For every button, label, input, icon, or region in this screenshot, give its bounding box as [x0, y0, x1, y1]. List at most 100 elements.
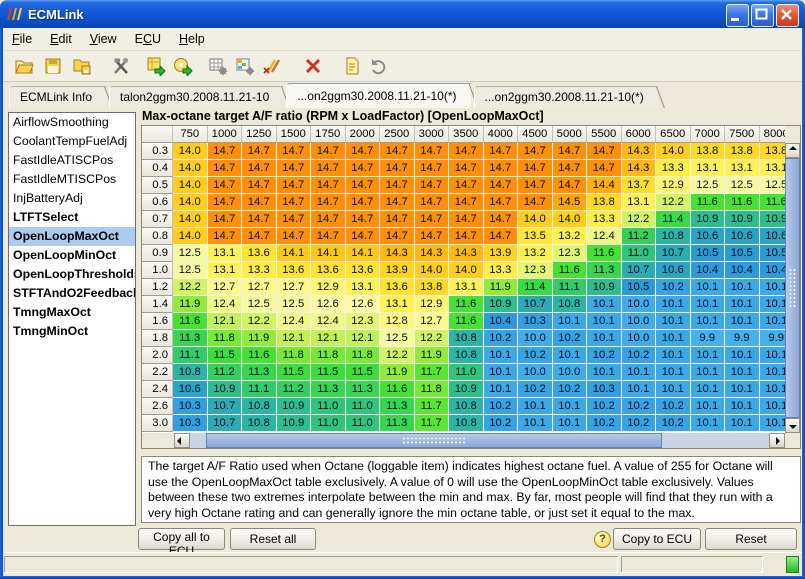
- table-cell[interactable]: 11.6: [380, 381, 415, 398]
- table-cell[interactable]: 11.6: [760, 194, 786, 211]
- table-cell[interactable]: 10.2: [553, 381, 588, 398]
- table-cell[interactable]: 14.1: [346, 245, 381, 262]
- table-cell[interactable]: 13.5: [518, 228, 553, 245]
- table-cell[interactable]: 10.1: [760, 313, 786, 330]
- table-cell[interactable]: 14.7: [380, 194, 415, 211]
- table-cell[interactable]: 11.8: [415, 381, 450, 398]
- save-as-button[interactable]: [69, 54, 94, 79]
- table-cell[interactable]: 11.8: [277, 347, 312, 364]
- table-cell[interactable]: 10.1: [656, 330, 691, 347]
- table-cell[interactable]: 11.6: [553, 262, 588, 279]
- table-cell[interactable]: 14.0: [553, 211, 588, 228]
- row-header-1.2[interactable]: 1.2: [142, 279, 173, 296]
- table-cell[interactable]: 12.5: [725, 177, 760, 194]
- table-cell[interactable]: 10.2: [622, 398, 657, 415]
- table-cell[interactable]: 14.7: [311, 228, 346, 245]
- table-cell[interactable]: 13.6: [277, 262, 312, 279]
- table-cell[interactable]: 12.1: [311, 330, 346, 347]
- table-cell[interactable]: 14.7: [380, 228, 415, 245]
- column-header-8000[interactable]: 8000: [760, 126, 786, 143]
- table-cell[interactable]: 11.8: [311, 347, 346, 364]
- menu-edit[interactable]: Edit: [41, 30, 81, 48]
- table-cell[interactable]: 10.8: [656, 228, 691, 245]
- table-cell[interactable]: 10.2: [553, 330, 588, 347]
- table-cell[interactable]: 13.1: [346, 279, 381, 296]
- row-header-2.6[interactable]: 2.6: [142, 398, 173, 415]
- table-cell[interactable]: 14.7: [208, 177, 243, 194]
- table-cell[interactable]: 10.1: [622, 364, 657, 381]
- table-cell[interactable]: 12.3: [518, 262, 553, 279]
- sidebar-item-tmngmaxoct[interactable]: TmngMaxOct: [9, 303, 135, 322]
- table-cell[interactable]: 12.4: [587, 228, 622, 245]
- undo-button[interactable]: [366, 54, 391, 79]
- table-cell[interactable]: 11.3: [587, 262, 622, 279]
- table-cell[interactable]: 11.3: [242, 364, 277, 381]
- table-cell[interactable]: 14.7: [277, 211, 312, 228]
- table-cell[interactable]: 14.3: [622, 160, 657, 177]
- row-header-0.6[interactable]: 0.6: [142, 194, 173, 211]
- table-cell[interactable]: 12.5: [277, 296, 312, 313]
- table-cell[interactable]: 10.1: [484, 347, 519, 364]
- table-cell[interactable]: 11.3: [380, 415, 415, 432]
- table-cell[interactable]: 14.7: [415, 228, 450, 245]
- table-cell[interactable]: 10.1: [725, 313, 760, 330]
- scroll-right-button[interactable]: [769, 433, 785, 448]
- table-cell[interactable]: 10.7: [518, 296, 553, 313]
- sidebar-item-coolanttempfueladj[interactable]: CoolantTempFuelAdj: [9, 132, 135, 151]
- table-cell[interactable]: 14.7: [346, 194, 381, 211]
- table-cell[interactable]: 10.1: [656, 347, 691, 364]
- table-cell[interactable]: 10.0: [622, 330, 657, 347]
- scroll-up-button[interactable]: [785, 143, 800, 158]
- table-cell[interactable]: 9.9: [760, 330, 786, 347]
- table-cell[interactable]: 10.1: [691, 398, 726, 415]
- table-cell[interactable]: 13.8: [415, 279, 450, 296]
- table-cell[interactable]: 14.7: [415, 194, 450, 211]
- table-cell[interactable]: 14.1: [311, 245, 346, 262]
- sidebar-item-airflowsmoothing[interactable]: AirflowSmoothing: [9, 113, 135, 132]
- table-cell[interactable]: 13.7: [622, 177, 657, 194]
- table-cell[interactable]: 14.7: [553, 160, 588, 177]
- display-settings-button[interactable]: [232, 54, 257, 79]
- table-cell[interactable]: 10.7: [208, 415, 243, 432]
- table-cell[interactable]: 14.7: [518, 160, 553, 177]
- table-cell[interactable]: 13.1: [208, 262, 243, 279]
- table-cell[interactable]: 10.2: [587, 398, 622, 415]
- table-cell[interactable]: 14.7: [553, 143, 588, 160]
- row-header-1.4[interactable]: 1.4: [142, 296, 173, 313]
- table-cell[interactable]: 14.7: [518, 177, 553, 194]
- table-cell[interactable]: 14.5: [553, 194, 588, 211]
- column-header-1000[interactable]: 1000: [208, 126, 243, 143]
- table-cell[interactable]: 10.1: [725, 296, 760, 313]
- table-cell[interactable]: 13.2: [518, 245, 553, 262]
- table-cell[interactable]: 10.1: [587, 330, 622, 347]
- table-cell[interactable]: 14.7: [449, 211, 484, 228]
- table-cell[interactable]: 14.3: [449, 245, 484, 262]
- sidebar-item-stftando2feedback[interactable]: STFTAndO2Feedback: [9, 284, 135, 303]
- table-cell[interactable]: 14.7: [380, 160, 415, 177]
- column-header-2500[interactable]: 2500: [380, 126, 415, 143]
- table-cell[interactable]: 12.5: [760, 177, 786, 194]
- table-cell[interactable]: 10.1: [553, 313, 588, 330]
- horizontal-scroll-thumb[interactable]: [206, 433, 662, 448]
- table-cell[interactable]: 13.1: [691, 160, 726, 177]
- table-cell[interactable]: 12.9: [311, 279, 346, 296]
- table-cell[interactable]: 14.7: [449, 228, 484, 245]
- table-cell[interactable]: 10.2: [622, 347, 657, 364]
- table-cell[interactable]: 10.8: [173, 364, 208, 381]
- table-cell[interactable]: 14.7: [449, 177, 484, 194]
- table-cell[interactable]: 10.4: [725, 262, 760, 279]
- table-cell[interactable]: 11.0: [449, 364, 484, 381]
- column-header-5000[interactable]: 5000: [553, 126, 588, 143]
- table-cell[interactable]: 14.7: [208, 143, 243, 160]
- table-cell[interactable]: 12.7: [277, 279, 312, 296]
- table-cell[interactable]: 10.4: [760, 262, 786, 279]
- table-cell[interactable]: 11.3: [173, 330, 208, 347]
- table-cell[interactable]: 10.1: [760, 347, 786, 364]
- table-cell[interactable]: 14.7: [311, 177, 346, 194]
- column-header-2000[interactable]: 2000: [346, 126, 381, 143]
- table-cell[interactable]: 10.9: [208, 381, 243, 398]
- table-cell[interactable]: 11.5: [208, 347, 243, 364]
- sidebar-item-injbatteryadj[interactable]: InjBatteryAdj: [9, 189, 135, 208]
- table-cell[interactable]: 10.1: [725, 415, 760, 432]
- table-cell[interactable]: 12.6: [311, 296, 346, 313]
